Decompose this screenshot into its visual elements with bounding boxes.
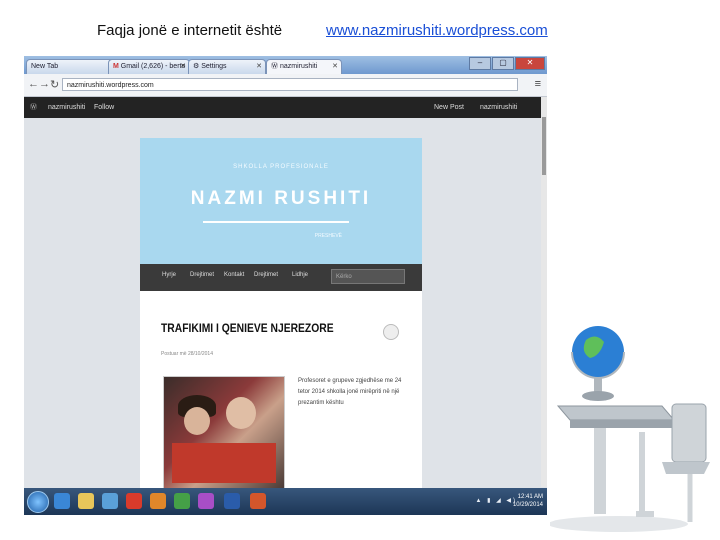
forward-arrow-icon[interactable]: → <box>39 78 50 90</box>
site-nav: Hyrje Drejtimet Kontakt Drejtimet Lidhje… <box>140 264 422 291</box>
start-button[interactable] <box>27 491 49 513</box>
nav-item-lidhje[interactable]: Lidhje <box>292 272 308 278</box>
browser-screenshot: New Tab ✕ M Gmail (2,626) - berto ✕ ⚙ Se… <box>24 56 547 515</box>
minimize-button[interactable]: – <box>469 57 491 70</box>
browser-toolbar: ← → ↻ nazmirushiti.wordpress.com ≡ <box>24 74 547 97</box>
tab-nazmirushiti[interactable]: Ⓦ nazmirushiti ✕ <box>266 59 342 74</box>
slide-url-link[interactable]: www.nazmirushiti.wordpress.com <box>326 22 548 39</box>
chrome-icon[interactable] <box>174 493 190 509</box>
wordpress-icon: Ⓦ <box>271 63 280 70</box>
taskbar-clock[interactable]: 12:41 AM 10/29/2014 <box>513 493 543 509</box>
scrollbar-thumb[interactable] <box>542 117 546 175</box>
nav-item-drejtimet-2[interactable]: Drejtimet <box>254 272 278 278</box>
site-search-input[interactable]: Kërko <box>331 269 405 284</box>
nav-item-drejtimet[interactable]: Drejtimet <box>190 272 214 278</box>
site-location: PRESHEVË <box>314 233 342 239</box>
comment-bubble-icon[interactable] <box>383 324 399 340</box>
windows-taskbar: ▲ ▮ ◢ ◀) 12:41 AM 10/29/2014 <box>24 488 547 515</box>
close-icon[interactable]: ✕ <box>332 60 338 74</box>
site-name[interactable]: NAZMI RUSHITI <box>140 188 422 210</box>
tab-label: nazmirushiti <box>279 63 318 70</box>
website-page: SHKOLLA PROFESIONALE NAZMI RUSHITI PRESH… <box>140 138 422 490</box>
tab-settings[interactable]: ⚙ Settings ✕ <box>188 59 266 74</box>
tab-label: Settings <box>201 63 227 70</box>
slide-title: Faqja jonë e internetit është <box>97 22 283 39</box>
header-divider <box>203 221 349 223</box>
site-subtitle: SHKOLLA PROFESIONALE <box>233 164 329 170</box>
post-photo <box>163 376 285 490</box>
tab-label: Gmail (2,626) - berto <box>120 63 186 70</box>
opera-icon[interactable] <box>126 493 142 509</box>
reload-icon[interactable]: ↻ <box>50 78 59 91</box>
maximize-button[interactable]: ▢ <box>492 57 514 70</box>
firefox-icon[interactable] <box>150 493 166 509</box>
gmail-icon: M <box>113 63 121 70</box>
window-controls: – ▢ ✕ <box>469 57 545 70</box>
nav-item-kontakt[interactable]: Kontakt <box>224 272 244 278</box>
wp-reader-link[interactable]: Follow <box>94 97 114 118</box>
site-header: SHKOLLA PROFESIONALE NAZMI RUSHITI PRESH… <box>140 138 422 264</box>
new-post-link[interactable]: New Post <box>434 97 464 118</box>
page-scrollbar[interactable] <box>541 97 547 487</box>
close-icon[interactable]: ✕ <box>180 60 186 74</box>
photo-banner <box>172 443 276 483</box>
clock-time: 12:41 AM <box>517 494 543 500</box>
clock-date: 10/29/2014 <box>512 502 543 508</box>
wp-user-menu[interactable]: nazmirushiti <box>480 97 517 118</box>
close-window-button[interactable]: ✕ <box>515 57 545 70</box>
internet-explorer-icon[interactable] <box>54 493 70 509</box>
tab-strip: New Tab ✕ M Gmail (2,626) - berto ✕ ⚙ Se… <box>24 56 547 74</box>
app-icon[interactable] <box>198 493 214 509</box>
gear-icon: ⚙ <box>193 63 202 70</box>
system-tray[interactable]: ▲ ▮ ◢ ◀) <box>476 497 517 504</box>
post-title[interactable]: TRAFIKIMI I QENIEVE NJEREZORE <box>161 321 334 335</box>
file-explorer-icon[interactable] <box>78 493 94 509</box>
address-bar[interactable]: nazmirushiti.wordpress.com <box>62 78 518 91</box>
globe-desk-illustration <box>550 326 710 532</box>
wp-site-link[interactable]: nazmirushiti <box>48 97 85 118</box>
post-meta: Postuar më 28/10/2014 <box>161 351 213 357</box>
wordpress-logo-icon[interactable]: Ⓦ <box>30 97 37 118</box>
media-player-icon[interactable] <box>102 493 118 509</box>
word-icon[interactable] <box>224 493 240 509</box>
tab-gmail[interactable]: M Gmail (2,626) - berto ✕ <box>108 59 190 74</box>
nav-item-hyrje[interactable]: Hyrje <box>162 272 176 278</box>
tab-label: New Tab <box>31 63 59 70</box>
photo-figure <box>184 407 210 435</box>
close-icon[interactable]: ✕ <box>256 60 262 74</box>
menu-icon[interactable]: ≡ <box>535 78 541 90</box>
powerpoint-icon[interactable] <box>250 493 266 509</box>
back-arrow-icon[interactable]: ← <box>28 78 39 90</box>
post-excerpt: Profesoret e grupeve zgjedhëse me 24 tet… <box>298 378 402 406</box>
wp-admin-bar: Ⓦ nazmirushiti Follow New Post nazmirush… <box>24 97 541 118</box>
photo-figure <box>226 397 256 429</box>
